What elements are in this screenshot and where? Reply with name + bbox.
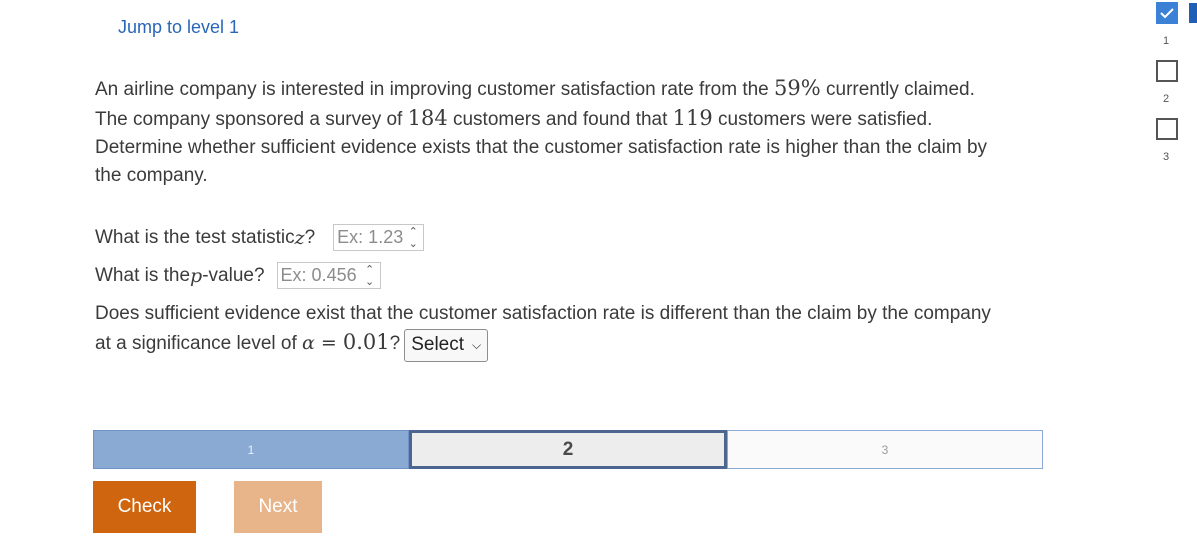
alpha-value: 0.01 [342, 330, 390, 354]
question-label: -value? [202, 264, 265, 286]
z-variable: z [294, 226, 305, 249]
problem-text: Determine whether sufficient evidence ex… [95, 137, 988, 158]
claimed-rate: 59% [774, 76, 821, 100]
step-2[interactable]: 2 [409, 430, 727, 469]
input-placeholder: Ex: 0.456 [280, 265, 357, 285]
collapse-rail-icon[interactable] [1189, 3, 1197, 23]
chevron-down-icon: ⌵ [472, 338, 482, 352]
level-2-marker[interactable] [1156, 60, 1178, 82]
test-statistic-question: What is the test statistic z? Ex: 1.23 ⌃… [95, 224, 425, 251]
problem-text: the company. [95, 165, 208, 186]
problem-text: customers were satisfied. [712, 109, 933, 130]
spinner-icon[interactable]: ⌃ ⌄ [364, 264, 376, 288]
evidence-select[interactable]: Select ⌵ [404, 329, 489, 362]
step-3[interactable]: 3 [727, 430, 1043, 469]
survey-size: 184 [407, 106, 448, 130]
question-label: What is the test statistic [95, 226, 295, 248]
level-3-marker[interactable] [1156, 118, 1178, 140]
next-button[interactable]: Next [234, 481, 322, 533]
spinner-icon[interactable]: ⌃ ⌄ [407, 226, 419, 250]
problem-text: An airline company is interested in impr… [95, 79, 775, 100]
level-3-label: 3 [1162, 151, 1170, 163]
step-progress: 1 2 3 [93, 430, 1043, 469]
question-label: ? [304, 226, 316, 248]
equals-sign: = [314, 332, 343, 354]
problem-text: customers and found that [447, 109, 673, 130]
select-value: Select [411, 334, 465, 355]
question-label: ? [389, 333, 401, 354]
level-1-marker[interactable] [1156, 2, 1178, 24]
checkmark-icon [1160, 8, 1174, 19]
problem-text: currently claimed. [820, 79, 975, 100]
input-placeholder: Ex: 1.23 [337, 227, 404, 247]
level-2-label: 2 [1162, 93, 1170, 105]
p-variable: p [190, 264, 203, 287]
p-value-question: What is the p -value? Ex: 0.456 ⌃ ⌄ [95, 262, 381, 289]
question-label: What is the [95, 264, 191, 286]
check-button[interactable]: Check [93, 481, 196, 533]
problem-text: The company sponsored a survey of [95, 109, 408, 130]
step-1[interactable]: 1 [93, 430, 409, 469]
satisfied-count: 119 [672, 106, 713, 130]
question-label: at a significance level of [95, 333, 303, 354]
alpha-symbol: α [302, 332, 315, 354]
problem-statement: An airline company is interested in impr… [95, 74, 1045, 190]
level-1-label: 1 [1162, 35, 1170, 47]
p-value-input[interactable]: Ex: 0.456 ⌃ ⌄ [276, 262, 381, 289]
evidence-question: Does sufficient evidence exist that the … [95, 300, 1055, 362]
question-label: Does sufficient evidence exist that the … [95, 303, 991, 324]
test-statistic-input[interactable]: Ex: 1.23 ⌃ ⌄ [333, 224, 425, 251]
jump-to-level-link[interactable]: Jump to level 1 [118, 17, 239, 38]
